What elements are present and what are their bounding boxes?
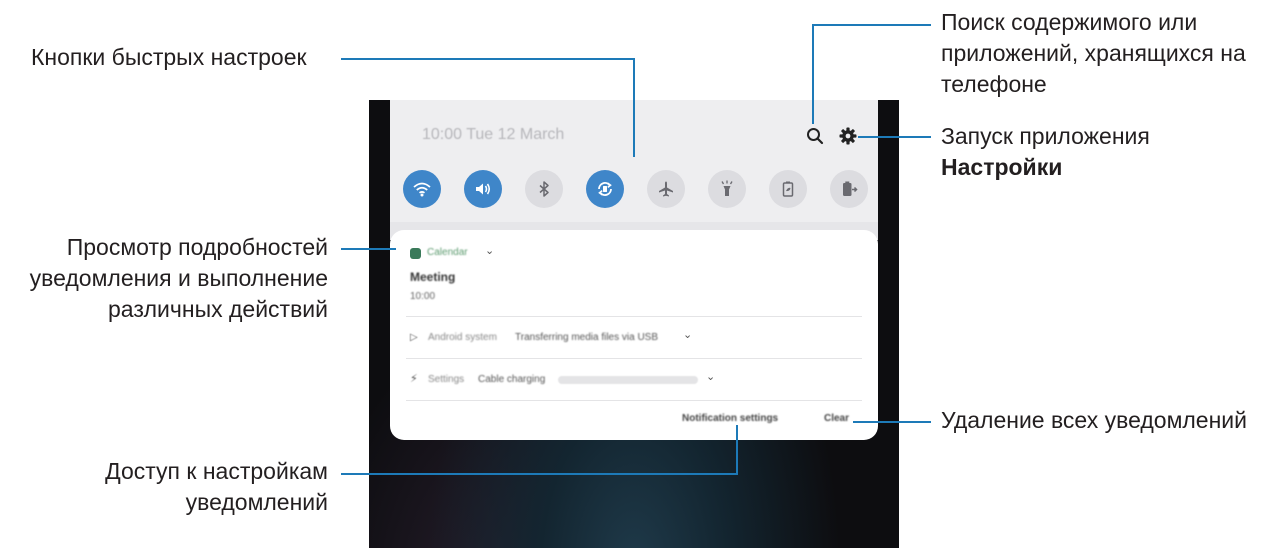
sound-icon	[476, 183, 491, 195]
calendar-icon	[410, 248, 421, 259]
chevron-down-icon: ⌄	[706, 371, 716, 383]
clear-button[interactable]: Clear	[824, 413, 849, 424]
divider	[406, 400, 862, 401]
wireless-powershare-icon	[843, 181, 858, 196]
callout-access-settings: Доступ к настройкам уведомлений	[105, 456, 328, 518]
search-icon[interactable]	[805, 126, 825, 146]
calendar-app-name: Calendar	[427, 247, 468, 258]
calendar-time: 10:00	[410, 291, 436, 302]
notification-settings-button[interactable]: Notification settings	[682, 413, 778, 424]
gear-icon[interactable]	[838, 126, 858, 146]
callout-search: Поиск содержимого или приложений, хранящ…	[941, 7, 1246, 100]
callout-clear-all: Удаление всех уведомлений	[941, 407, 1247, 433]
connector-line	[812, 24, 814, 124]
android-system-notification[interactable]: ▷ Android system Transferring media file…	[390, 317, 878, 357]
android-text: Transferring media files via USB	[515, 332, 659, 343]
flashlight-toggle[interactable]	[708, 170, 746, 208]
wifi-toggle[interactable]	[403, 170, 441, 208]
calendar-notification[interactable]: Calendar ⌄ Meeting 10:00	[390, 230, 878, 314]
phone-screenshot: 10:00 Tue 12 March Calendar ⌄ Meeting 10…	[369, 100, 899, 548]
power-saving-toggle[interactable]	[769, 170, 807, 208]
callout-access-settings-line1: Доступ к настройкам	[105, 458, 328, 484]
settings-notification[interactable]: ⚡ Settings Cable charging ⌄	[390, 359, 878, 399]
callout-launch-settings-bold: Настройки	[941, 154, 1063, 180]
bolt-icon: ⚡	[410, 373, 418, 385]
android-app-name: Android system	[428, 332, 497, 343]
connector-line	[812, 24, 931, 26]
wireless-powershare-toggle[interactable]	[830, 170, 868, 208]
chevron-down-icon: ⌄	[683, 329, 693, 341]
connector-line	[853, 421, 931, 423]
auto-rotate-toggle[interactable]	[586, 170, 624, 208]
connector-line	[341, 473, 738, 475]
callout-search-line3: телефоне	[941, 71, 1047, 97]
connector-line	[341, 248, 396, 250]
auto-rotate-icon	[598, 182, 612, 196]
callout-search-line1: Поиск содержимого или	[941, 9, 1198, 35]
settings-app-name: Settings	[428, 374, 465, 385]
callout-view-details-line1: Просмотр подробностей	[66, 234, 328, 260]
connector-line	[858, 136, 931, 138]
callout-view-details-line3: различных действий	[108, 296, 328, 322]
calendar-title: Meeting	[410, 270, 456, 284]
airplane-toggle[interactable]	[647, 170, 685, 208]
connector-line	[633, 58, 635, 157]
redacted-text	[558, 376, 698, 384]
bluetooth-icon	[539, 181, 549, 197]
callout-launch-settings-line1: Запуск приложения	[941, 123, 1150, 149]
clock-date: 10:00 Tue 12 March	[422, 126, 565, 143]
power-saving-icon	[782, 181, 794, 197]
callout-search-line2: приложений, хранящихся на	[941, 40, 1246, 66]
bluetooth-toggle[interactable]	[525, 170, 563, 208]
notification-card: Calendar ⌄ Meeting 10:00 ▷ Android syste…	[390, 230, 878, 440]
callout-access-settings-line2: уведомлений	[185, 489, 328, 515]
wifi-icon	[413, 182, 431, 197]
flashlight-icon	[721, 180, 733, 196]
settings-text: Cable charging	[478, 374, 546, 385]
callout-view-details-line2: уведомления и выполнение	[29, 265, 328, 291]
callout-launch-settings: Запуск приложения Настройки	[941, 121, 1150, 183]
sound-toggle[interactable]	[464, 170, 502, 208]
connector-line	[341, 58, 635, 60]
android-icon: ▷	[410, 332, 418, 343]
callout-view-details: Просмотр подробностей уведомления и выпо…	[30, 232, 328, 325]
chevron-down-icon: ⌄	[485, 245, 495, 257]
connector-line	[736, 425, 738, 475]
callout-quick-settings-buttons: Кнопки быстрых настроек	[31, 44, 307, 70]
airplane-icon	[659, 181, 673, 197]
